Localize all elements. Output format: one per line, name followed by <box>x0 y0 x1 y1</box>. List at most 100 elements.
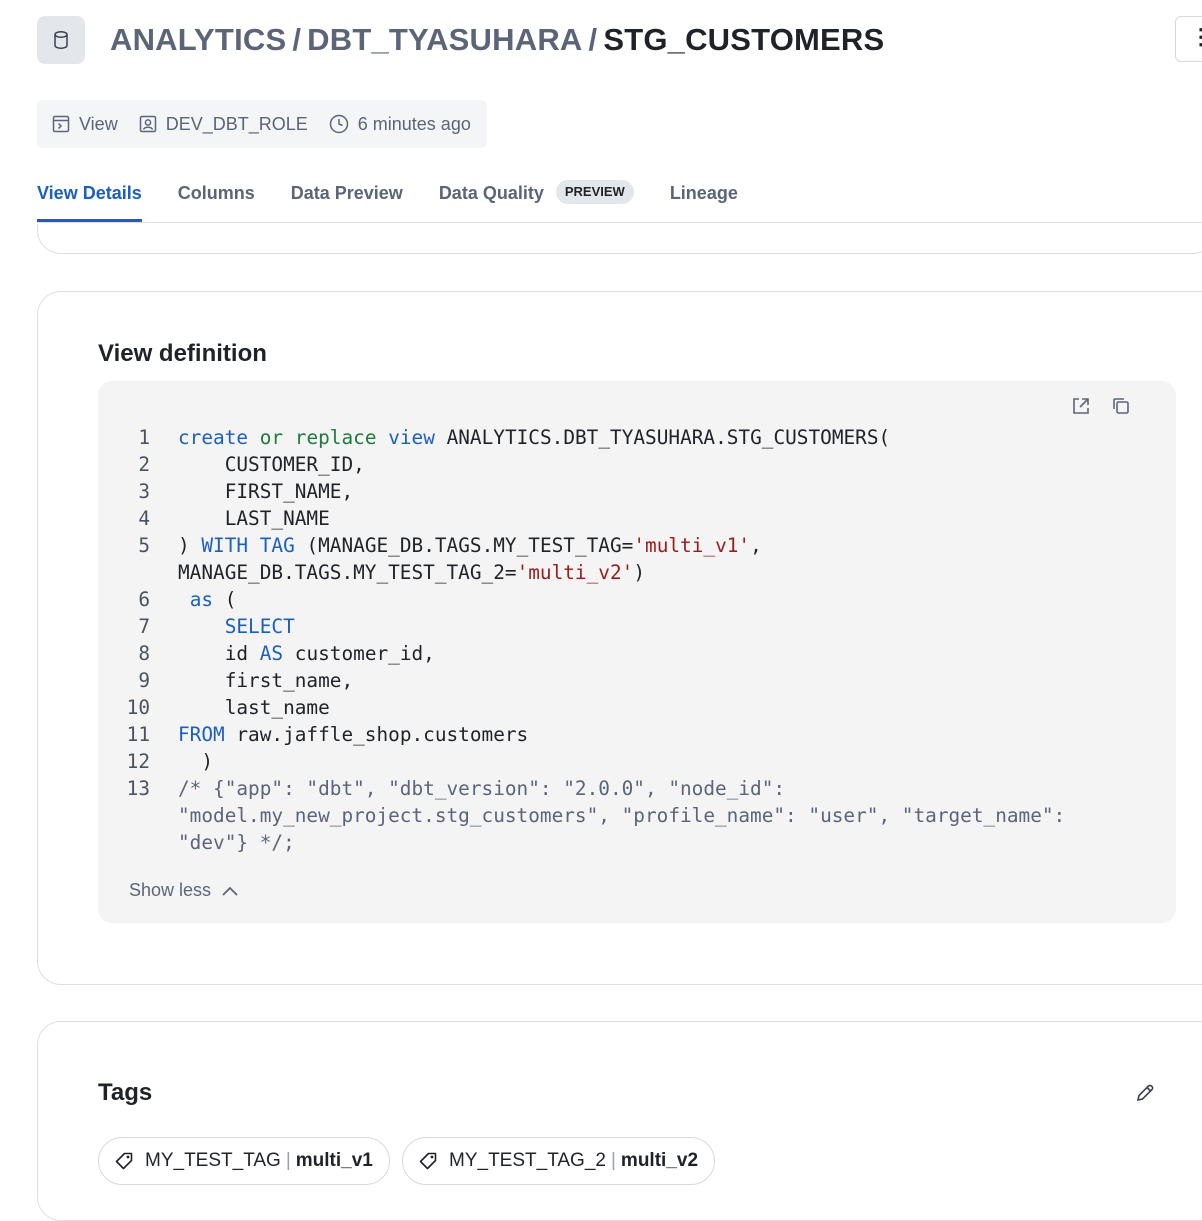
tag-value: multi_v1 <box>295 1150 373 1171</box>
string-literal: 'multi_v1' <box>633 534 751 557</box>
tab-label: Data Preview <box>290 183 403 203</box>
view-icon <box>52 115 70 133</box>
breadcrumb-database[interactable]: ANALYTICS <box>110 22 286 57</box>
code-line: 2 CUSTOMER_ID, <box>120 451 1160 478</box>
tag-separator: | <box>610 1150 616 1171</box>
tags-card <box>37 1021 1202 1221</box>
tag-value: multi_v2 <box>620 1150 699 1171</box>
code-line: 6 as ( <box>120 586 1160 613</box>
tab-label: Lineage <box>669 183 738 203</box>
line-number: 10 <box>126 696 150 719</box>
keyword: SELECT <box>224 615 295 638</box>
code-line: 1 create or replace view ANALYTICS.DBT_TY… <box>120 424 1160 451</box>
tab-columns[interactable]: Columns <box>178 170 255 222</box>
code-text: customer_id, <box>283 642 435 665</box>
code-comment: /* {"app": "dbt", "dbt_version": "2.0.0"… <box>178 777 786 800</box>
code-actions <box>1070 395 1132 422</box>
code-line: 5) WITH TAG (MANAGE_DB.TAGS.MY_TEST_TAG=… <box>120 532 1160 559</box>
keyword: create <box>178 426 249 449</box>
code-text: ) <box>178 750 214 773</box>
keyword: WITH <box>201 534 249 557</box>
tab-label: Data Quality <box>438 183 544 203</box>
tag-icon <box>115 1152 133 1170</box>
code-text: (MANAGE_DB.TAGS.MY_TEST_TAG= <box>294 534 634 557</box>
copy-icon[interactable] <box>1110 395 1132 422</box>
more-icon: ⋮ <box>1190 24 1202 49</box>
code-line: 10 last_name <box>120 694 1160 721</box>
tab-data-quality[interactable]: Data Quality PREVIEW <box>439 170 634 222</box>
keyword: or <box>259 426 284 449</box>
show-less-button[interactable]: Show less <box>129 880 239 901</box>
show-less-label: Show less <box>129 880 212 900</box>
code-text: ( <box>213 588 237 611</box>
keyword: FROM <box>178 723 225 746</box>
code-text: raw.jaffle_shop.customers <box>224 723 529 746</box>
code-line: 8 id AS customer_id, <box>120 640 1160 667</box>
code-line-wrap: "dev"} */; <box>120 829 1160 856</box>
line-number: 2 <box>138 453 150 476</box>
line-number: 9 <box>138 669 150 692</box>
code-text: id <box>178 642 260 665</box>
page-title: ANALYTICS / DBT_TYASUHARA / STG_CUSTOMERS <box>110 20 884 60</box>
line-number: 8 <box>138 642 150 665</box>
line-number: 1 <box>138 426 150 449</box>
preview-badge: PREVIEW <box>555 180 634 204</box>
code-text: ANALYTICS.DBT_TYASUHARA.STG_CUSTOMERS( <box>434 426 891 449</box>
breadcrumb-separator: / <box>588 22 598 57</box>
line-number: 11 <box>126 723 150 746</box>
line-number: 13 <box>126 777 150 800</box>
tag-chip[interactable]: MY_TEST_TAG | multi_v1 <box>98 1137 390 1185</box>
tab-lineage[interactable]: Lineage <box>670 170 738 222</box>
line-number: 3 <box>138 480 150 503</box>
database-object-icon <box>37 16 85 64</box>
code-comment: "model.my_new_project.stg_customers", "p… <box>178 804 1066 827</box>
tag-name: MY_TEST_TAG_2 <box>449 1150 606 1171</box>
tag-separator: | <box>285 1150 291 1171</box>
meta-modified: 6 minutes ago <box>328 113 471 135</box>
code-text: CUSTOMER_ID, <box>178 453 365 476</box>
line-number: 4 <box>138 507 150 530</box>
keyword: view <box>388 426 435 449</box>
tags-title: Tags <box>98 1079 153 1106</box>
keyword: as <box>189 588 214 611</box>
code-text: LAST_NAME <box>178 507 330 530</box>
view-definition-title: View definition <box>98 340 267 367</box>
code-line: 11 FROM raw.jaffle_shop.customers <box>120 721 1160 748</box>
breadcrumb-current: STG_CUSTOMERS <box>603 22 885 57</box>
open-external-icon[interactable] <box>1070 395 1092 422</box>
tab-data-preview[interactable]: Data Preview <box>291 170 403 222</box>
tab-view-details[interactable]: View Details <box>37 170 142 222</box>
code-comment: "dev"} */; <box>178 831 295 854</box>
code-text: FIRST_NAME, <box>178 480 354 503</box>
tag-chip[interactable]: MY_TEST_TAG_2 | multi_v2 <box>402 1137 716 1185</box>
code-text: last_name <box>178 696 330 719</box>
code-text: MANAGE_DB.TAGS.MY_TEST_TAG_2= <box>178 561 517 584</box>
sql-code: 1 create or replace view ANALYTICS.DBT_TY… <box>120 424 1160 856</box>
meta-type: View <box>51 114 118 135</box>
clock-icon <box>329 114 349 134</box>
code-text: ) <box>178 534 202 557</box>
code-line: 3 FIRST_NAME, <box>120 478 1160 505</box>
keyword: AS <box>259 642 284 665</box>
code-text: ) <box>633 561 645 584</box>
meta-type-label: View <box>79 113 118 134</box>
more-actions-button[interactable]: ⋮ <box>1175 16 1202 62</box>
object-meta-bar: View DEV_DBT_ROLE 6 minutes ago <box>37 100 487 148</box>
edit-tags-icon[interactable] <box>1134 1082 1156 1109</box>
line-number: 12 <box>126 750 150 773</box>
code-line: 4 LAST_NAME <box>120 505 1160 532</box>
code-line: 7 SELECT <box>120 613 1160 640</box>
tab-label: Columns <box>177 183 255 203</box>
line-number: 6 <box>138 588 150 611</box>
cylinder-icon <box>54 30 68 50</box>
line-number: 7 <box>138 615 150 638</box>
keyword: replace <box>294 426 377 449</box>
meta-owner: DEV_DBT_ROLE <box>138 114 308 135</box>
breadcrumb-schema[interactable]: DBT_TYASUHARA <box>307 22 582 57</box>
meta-modified-label: 6 minutes ago <box>357 113 471 134</box>
code-line: 13 /* {"app": "dbt", "dbt_version": "2.0.… <box>120 775 1160 802</box>
tab-bar: View Details Columns Data Preview Data Q… <box>37 170 774 222</box>
keyword: TAG <box>259 534 295 557</box>
code-text: first_name, <box>178 669 354 692</box>
tab-label: View Details <box>37 183 142 203</box>
